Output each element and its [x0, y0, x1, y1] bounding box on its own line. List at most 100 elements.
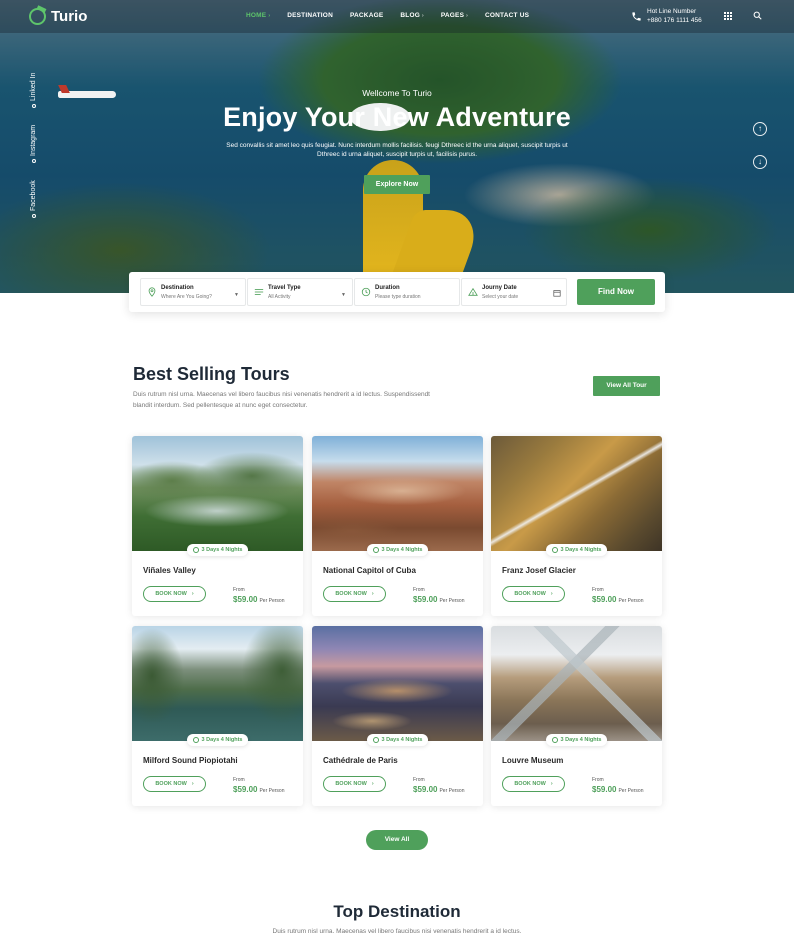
- book-label: BOOK NOW: [155, 591, 187, 597]
- journey-date-input[interactable]: Journy Date Select your date: [461, 278, 567, 306]
- section-description: Duis rutrum nisl urna. Maecenas vel libe…: [133, 391, 430, 409]
- phone-icon: [632, 12, 641, 21]
- logo[interactable]: Turio: [29, 8, 87, 25]
- duration-badge: 3 Days 4 Nights: [366, 544, 429, 556]
- nav-item-pages[interactable]: PAGES ›: [441, 12, 468, 19]
- hero-subtitle: Wellcome To Turio: [362, 88, 432, 98]
- map-pin-icon: [148, 287, 156, 297]
- nav-label: PAGES: [440, 12, 465, 19]
- field-value: All Activity: [268, 294, 291, 300]
- price-from-label: From: [413, 587, 425, 593]
- book-now-button[interactable]: BOOK NOW ›: [143, 776, 206, 792]
- price-unit: Per Person: [439, 788, 465, 794]
- nav-item-blog[interactable]: BLOG ›: [400, 12, 423, 19]
- calendar-icon: [553, 290, 561, 297]
- chevron-right-icon: ›: [371, 591, 374, 597]
- chevron-right-icon: ›: [371, 781, 374, 787]
- tour-title[interactable]: Franz Josef Glacier: [502, 566, 576, 575]
- tour-title[interactable]: Milford Sound Piopiotahi: [143, 756, 238, 765]
- clock-icon: [372, 737, 379, 743]
- duration-badge: 3 Days 4 Nights: [186, 734, 249, 746]
- tour-image[interactable]: [132, 436, 303, 551]
- chevron-down-icon: ▼: [234, 292, 239, 298]
- price-unit: Per Person: [259, 598, 285, 604]
- chevron-down-icon: ▼: [341, 292, 346, 298]
- book-now-button[interactable]: BOOK NOW ›: [502, 586, 565, 602]
- nav-item-package[interactable]: PACKAGE: [350, 12, 383, 19]
- tour-image[interactable]: [132, 626, 303, 741]
- navbar: Turio HOME › DESTINATION PACKAGE BLOG › PA…: [0, 0, 794, 33]
- explore-now-button[interactable]: Explore Now: [363, 175, 431, 194]
- logo-mark-icon: [29, 8, 46, 25]
- duration-input[interactable]: Duration Please type duration: [354, 278, 460, 306]
- arrow-up-icon[interactable]: ↑: [753, 122, 767, 136]
- price-from-label: From: [233, 587, 245, 593]
- duration-text: 3 Days 4 Nights: [381, 547, 423, 553]
- price: $59.00 Per Person: [233, 785, 284, 794]
- tour-image[interactable]: [312, 436, 483, 551]
- tour-title[interactable]: Viñales Valley: [143, 566, 196, 575]
- price: $59.00 Per Person: [233, 595, 284, 604]
- tour-image[interactable]: [491, 626, 662, 741]
- price-from-label: From: [592, 777, 604, 783]
- price: $59.00 Per Person: [413, 785, 464, 794]
- destination-select[interactable]: Destination Where Are You Going? ▼: [140, 278, 246, 306]
- arrow-down-icon[interactable]: ↓: [753, 155, 767, 169]
- price: $59.00 Per Person: [413, 595, 464, 604]
- chevron-right-icon: ›: [550, 781, 553, 787]
- hotline[interactable]: Hot Line Number +880 176 1111 456: [631, 8, 702, 25]
- chevron-right-icon: ›: [191, 781, 194, 787]
- find-now-button[interactable]: Find Now: [577, 279, 655, 305]
- duration-badge: 3 Days 4 Nights: [186, 544, 249, 556]
- view-all-button[interactable]: View All: [366, 830, 428, 850]
- duration-badge: 3 Days 4 Nights: [545, 734, 608, 746]
- nav-label: PACKAGE: [349, 12, 384, 19]
- duration-text: 3 Days 4 Nights: [201, 547, 243, 553]
- circle-icon: [31, 214, 36, 218]
- hero-title: Enjoy Your New Adventure: [223, 102, 571, 132]
- tour-title[interactable]: Cathédrale de Paris: [323, 756, 398, 765]
- tour-card[interactable]: 3 Days 4 Nights Louvre Museum BOOK NOW › …: [491, 626, 662, 806]
- book-label: BOOK NOW: [155, 781, 187, 787]
- tour-card[interactable]: 3 Days 4 Nights Viñales Valley BOOK NOW ›…: [132, 436, 303, 616]
- price-value: $59.00: [233, 595, 258, 604]
- price-value: $59.00: [413, 595, 438, 604]
- price-value: $59.00: [592, 595, 617, 604]
- duration-text: 3 Days 4 Nights: [560, 547, 602, 553]
- tour-image[interactable]: [312, 626, 483, 741]
- chevron-right-icon: ›: [421, 12, 424, 19]
- price-value: $59.00: [413, 785, 438, 794]
- duration-text: 3 Days 4 Nights: [201, 737, 243, 743]
- price-unit: Per Person: [259, 788, 285, 794]
- nav-item-home[interactable]: HOME ›: [246, 12, 270, 19]
- list-icon: [254, 289, 264, 295]
- book-now-button[interactable]: BOOK NOW ›: [323, 776, 386, 792]
- book-label: BOOK NOW: [335, 591, 367, 597]
- tour-title[interactable]: Louvre Museum: [502, 756, 563, 765]
- tour-card[interactable]: 3 Days 4 Nights Franz Josef Glacier BOOK…: [491, 436, 662, 616]
- tour-card[interactable]: 3 Days 4 Nights Cathédrale de Paris BOOK…: [312, 626, 483, 806]
- clock-icon: [551, 737, 558, 743]
- tour-search-bar: Destination Where Are You Going? ▼ Trave…: [129, 272, 665, 312]
- price: $59.00 Per Person: [592, 595, 643, 604]
- tour-title[interactable]: National Capitol of Cuba: [323, 566, 416, 575]
- price-from-label: From: [413, 777, 425, 783]
- field-label: Destination: [161, 285, 194, 291]
- book-now-button[interactable]: BOOK NOW ›: [323, 586, 386, 602]
- tour-card[interactable]: 3 Days 4 Nights National Capitol of Cuba…: [312, 436, 483, 616]
- nav-item-contact[interactable]: CONTACT US: [485, 12, 529, 19]
- book-now-button[interactable]: BOOK NOW ›: [143, 586, 206, 602]
- price-unit: Per Person: [618, 598, 644, 604]
- book-now-button[interactable]: BOOK NOW ›: [502, 776, 565, 792]
- tour-card[interactable]: 3 Days 4 Nights Milford Sound Piopiotahi…: [132, 626, 303, 806]
- tour-image[interactable]: [491, 436, 662, 551]
- nav-item-destination[interactable]: DESTINATION: [287, 12, 333, 19]
- hotline-number: +880 176 1111 456: [647, 16, 702, 24]
- travel-type-select[interactable]: Travel Type All Activity ▼: [247, 278, 353, 306]
- price-value: $59.00: [233, 785, 258, 794]
- view-all-tour-button[interactable]: View All Tour: [593, 376, 660, 396]
- grid-menu-icon[interactable]: [724, 12, 732, 20]
- field-label: Duration: [375, 285, 400, 291]
- tent-icon: [468, 287, 478, 296]
- search-icon[interactable]: [753, 11, 762, 20]
